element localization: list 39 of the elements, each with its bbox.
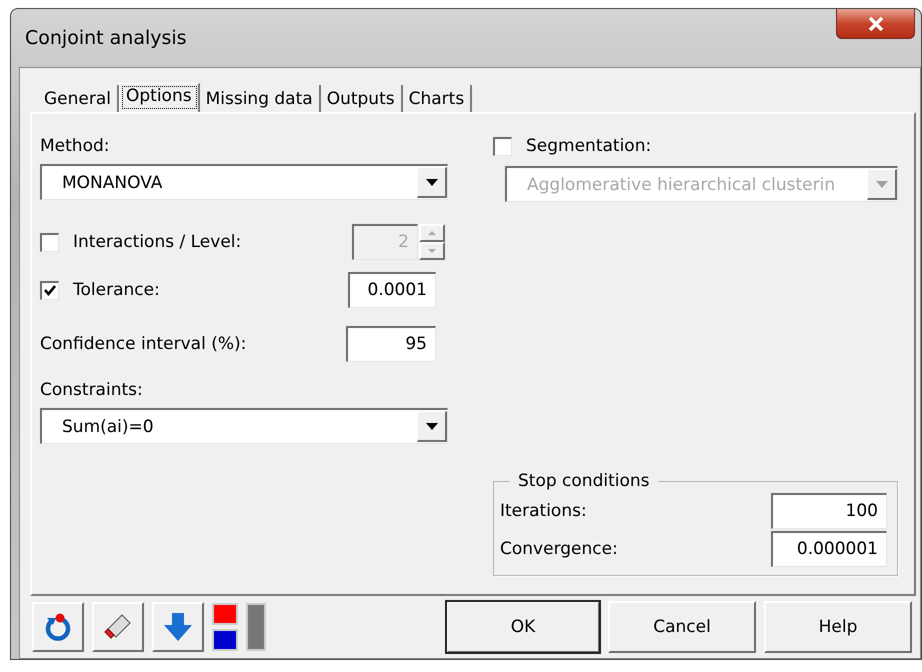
close-icon [868,16,884,30]
interactions-label: Interactions / Level: [73,232,242,252]
tolerance-field[interactable]: 0.0001 [348,272,436,308]
field-label: Convergence: [500,539,618,559]
tab[interactable]: Options [119,83,200,112]
checkbox[interactable] [40,280,59,300]
scroll-bar-icon [246,603,266,651]
number-field[interactable]: 100 [771,493,887,529]
checkbox[interactable] [40,232,59,252]
constraints-label: Constraints: [40,380,144,400]
eraser-button[interactable] [92,602,144,652]
eraser-icon [104,613,132,641]
confidence-field[interactable]: 95 [346,326,436,362]
reset-button[interactable] [32,602,84,652]
segmentation-label: Segmentation: [526,136,652,156]
color-squares-icon [212,603,238,651]
stop-conditions-title: Stop conditions [517,471,651,491]
down-button[interactable] [152,602,204,652]
tab[interactable]: Charts [402,85,472,112]
spin-buttons[interactable] [419,224,445,260]
checkbox[interactable] [493,136,512,156]
method-label: Method: [40,136,110,156]
method-dropdown[interactable]: MONANOVA [40,164,448,200]
down-arrow-icon [428,249,436,253]
confidence-label: Confidence interval (%): [40,334,246,354]
dialog-button[interactable]: Cancel [608,601,756,653]
down-arrow-icon [163,612,193,642]
tab[interactable]: Outputs [320,85,403,112]
tab[interactable]: Missing data [200,85,321,112]
field-label: Iterations: [500,501,587,521]
close-button[interactable] [836,9,915,39]
dialog-button[interactable]: OK [446,601,600,653]
number-field[interactable]: 0.000001 [771,531,887,567]
window-title: Conjoint analysis [25,27,187,49]
up-arrow-icon [428,231,436,235]
constraints-dropdown[interactable]: Sum(ai)=0 [40,408,448,444]
reset-icon [43,612,73,642]
dialog-button[interactable]: Help [764,601,912,653]
tolerance-label: Tolerance: [73,280,160,300]
